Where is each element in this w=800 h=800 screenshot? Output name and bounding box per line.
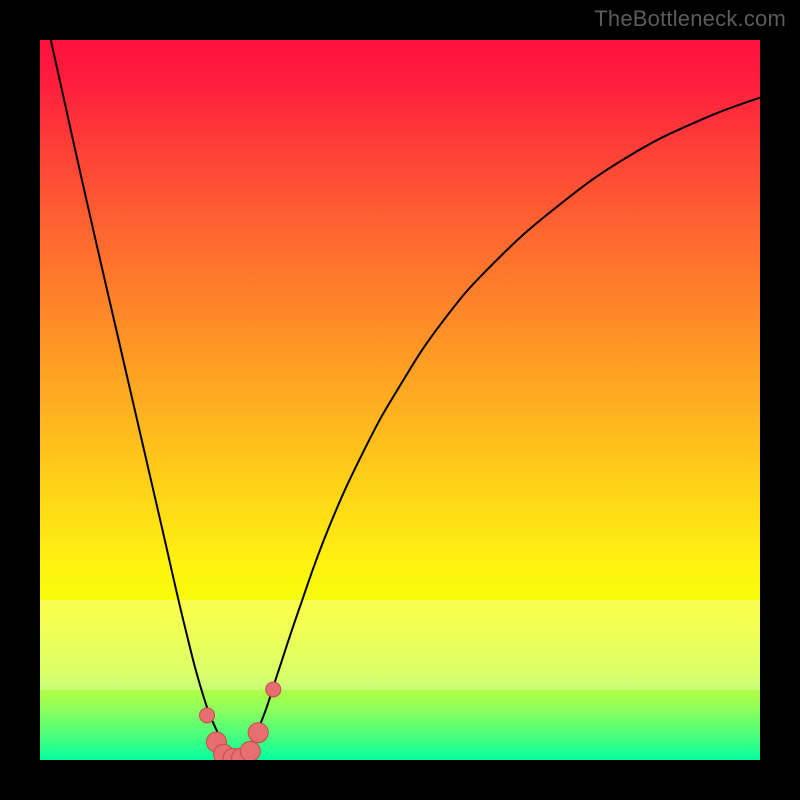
optimal-zone-markers [200,682,281,760]
marker-dot [214,744,234,760]
attribution-text: TheBottleneck.com [594,6,786,32]
marker-dot [206,732,226,752]
marker-dot [248,723,268,743]
curve-layer [40,40,760,760]
marker-dot [200,708,215,723]
marker-dot [232,748,252,760]
marker-dot [266,682,281,697]
marker-dot [223,749,243,760]
marker-dot [240,741,260,760]
highlight-band [40,600,760,690]
chart-frame: TheBottleneck.com [0,0,800,800]
plot-area [40,40,760,760]
bottleneck-curve [51,40,760,754]
